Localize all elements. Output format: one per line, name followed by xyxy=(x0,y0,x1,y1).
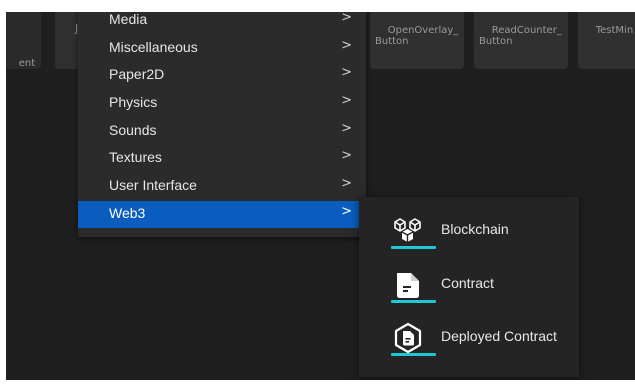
chevron-right-icon: > xyxy=(341,148,352,163)
menu-item-label: Physics xyxy=(109,94,158,110)
menu-item-sounds[interactable]: Sounds > xyxy=(78,118,366,145)
flyout-item-label: Contract xyxy=(441,275,494,291)
chevron-right-icon: > xyxy=(341,121,352,136)
menu-item-label: Paper2D xyxy=(109,66,165,82)
flyout-item-deployed-contract[interactable]: Deployed Contract xyxy=(359,310,579,362)
menu-item-label: Media xyxy=(109,12,148,27)
chevron-right-icon: > xyxy=(341,176,352,191)
chevron-right-icon: > xyxy=(341,12,352,25)
flyout-item-label: Deployed Contract xyxy=(441,328,557,344)
menu-item-label: Miscellaneous xyxy=(109,39,198,55)
menu-item-miscellaneous[interactable]: Miscellaneous > xyxy=(78,35,366,62)
accent-underline xyxy=(391,246,436,249)
chevron-right-icon: > xyxy=(341,204,352,219)
menu-item-paper2d[interactable]: Paper2D > xyxy=(78,62,366,89)
menu-item-label: Sounds xyxy=(109,122,157,138)
contract-document-icon xyxy=(391,268,425,302)
accent-underline xyxy=(391,353,436,356)
web3-flyout-menu: Blockchain Contract Deployed Contract xyxy=(359,197,579,377)
asset-tile-test-partial[interactable]: TestMin xyxy=(578,12,635,69)
asset-tile-partial[interactable]: ent xyxy=(6,12,41,69)
menu-item-physics[interactable]: Physics > xyxy=(78,90,366,117)
menu-item-web3[interactable]: Web3 > xyxy=(78,201,366,228)
chevron-right-icon: > xyxy=(341,93,352,108)
asset-tile-label: TestMin xyxy=(595,25,634,36)
deployed-contract-icon xyxy=(391,321,425,355)
content-browser-viewport: ent Ju OpenOverlay_ Button ReadCounter_ … xyxy=(6,12,635,380)
chevron-right-icon: > xyxy=(341,65,352,80)
asset-tile-label: ReadCounter_ Button xyxy=(479,25,562,47)
category-submenu: Media > Miscellaneous > Paper2D > Physic… xyxy=(78,12,366,237)
flyout-item-contract[interactable]: Contract xyxy=(359,257,579,309)
asset-tile-label: OpenOverlay_ Button xyxy=(375,25,459,47)
accent-underline xyxy=(391,300,436,303)
flyout-item-blockchain[interactable]: Blockchain xyxy=(359,203,579,255)
menu-item-media[interactable]: Media > xyxy=(78,12,366,34)
menu-item-label: Web3 xyxy=(109,205,146,221)
chevron-right-icon: > xyxy=(341,38,352,53)
menu-item-textures[interactable]: Textures > xyxy=(78,145,366,172)
menu-item-label: Textures xyxy=(109,149,162,165)
flyout-item-label: Blockchain xyxy=(441,221,509,237)
asset-tile-label: ent xyxy=(18,58,36,69)
menu-item-label: User Interface xyxy=(109,177,197,193)
menu-item-user-interface[interactable]: User Interface > xyxy=(78,173,366,200)
blockchain-cubes-icon xyxy=(391,214,425,248)
asset-tile-open-overlay-button[interactable]: OpenOverlay_ Button xyxy=(370,12,464,69)
asset-tile-read-counter-button[interactable]: ReadCounter_ Button xyxy=(474,12,568,69)
